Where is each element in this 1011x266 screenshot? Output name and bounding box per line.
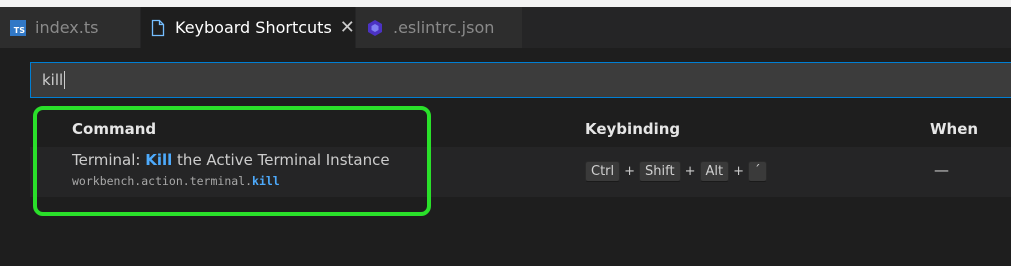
close-icon[interactable]: ✕ (340, 18, 355, 37)
keybinding-row[interactable]: Terminal: Kill the Active Terminal Insta… (30, 147, 1011, 197)
tab-keyboard-shortcuts[interactable]: Keyboard Shortcuts ✕ (141, 7, 355, 48)
text-caret (64, 71, 66, 89)
keybinding-keys[interactable]: Ctrl + Shift + Alt + ´ (585, 161, 767, 182)
tab-eslintrc-json[interactable]: .eslintrc.json (356, 7, 522, 48)
window-top-strip (0, 0, 1011, 7)
command-title-prefix: Terminal: (72, 151, 146, 169)
tab-label: index.ts (35, 18, 99, 37)
command-title-suffix: the Active Terminal Instance (172, 151, 390, 169)
column-header-when[interactable]: When (930, 120, 978, 138)
tab-label: .eslintrc.json (393, 18, 495, 37)
tab-label: Keyboard Shortcuts (175, 18, 332, 37)
key-separator: + (624, 164, 636, 179)
when-value: — (934, 161, 949, 179)
column-header-keybinding[interactable]: Keybinding (585, 120, 680, 138)
key-acute-accent: ´ (748, 161, 767, 182)
tab-index-ts[interactable]: TS index.ts (0, 7, 140, 48)
key-alt: Alt (699, 161, 730, 182)
typescript-icon: TS (10, 19, 26, 36)
search-input-value: kill (42, 71, 64, 89)
command-id-match: kill (252, 174, 280, 188)
command-id-prefix: workbench.action.terminal. (72, 174, 253, 188)
key-separator: + (733, 164, 745, 179)
command-title: Terminal: Kill the Active Terminal Insta… (72, 151, 390, 169)
eslint-icon (368, 19, 382, 36)
document-icon (151, 19, 165, 36)
command-id: workbench.action.terminal.kill (72, 174, 280, 188)
command-title-match: Kill (145, 151, 173, 169)
key-shift: Shift (639, 161, 681, 182)
key-ctrl: Ctrl (585, 161, 621, 182)
key-separator: + (684, 164, 696, 179)
column-header-command[interactable]: Command (72, 120, 156, 138)
editor-tab-bar: TS index.ts Keyboard Shortcuts ✕ .eslint… (0, 7, 1011, 48)
keybindings-search-input[interactable]: kill (30, 62, 1011, 98)
